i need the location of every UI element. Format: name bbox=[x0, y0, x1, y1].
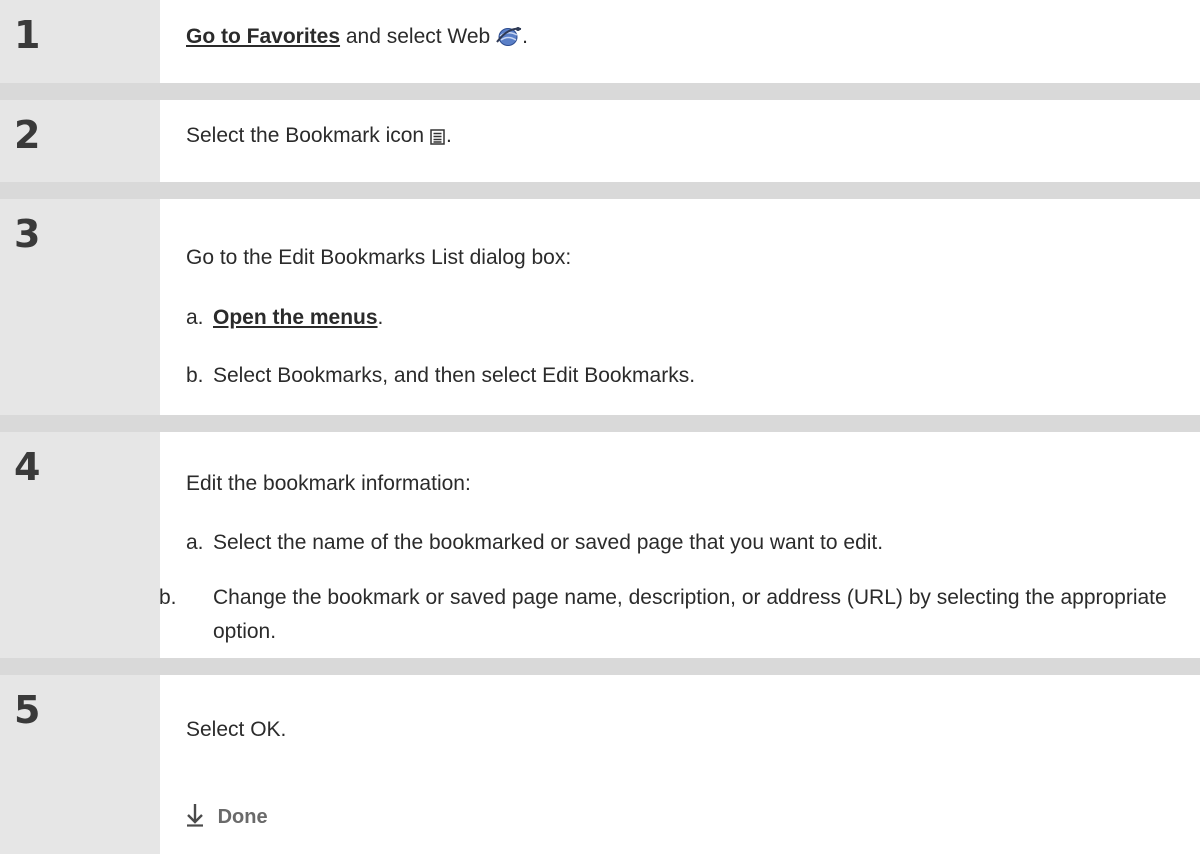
step-number: 4 bbox=[14, 445, 41, 489]
instruction-page: 1 Go to Favorites and select Web . 2 Sel… bbox=[0, 0, 1200, 854]
done-marker: Done bbox=[186, 803, 268, 833]
step-number: 3 bbox=[14, 212, 41, 256]
substep-text: Select Bookmarks, and then select Edit B… bbox=[213, 364, 696, 387]
substep-prefix: b. bbox=[159, 586, 177, 609]
bookmark-list-icon bbox=[430, 128, 446, 152]
step-1-text: Go to Favorites and select Web . bbox=[186, 25, 528, 53]
step-separator bbox=[0, 415, 1200, 432]
step-1: 1 Go to Favorites and select Web . bbox=[0, 0, 1200, 83]
go-to-favorites-link[interactable]: Go to Favorites bbox=[186, 25, 340, 48]
step-number-column: 3 bbox=[0, 199, 160, 415]
open-the-menus-link[interactable]: Open the menus bbox=[213, 306, 378, 329]
step-separator bbox=[0, 658, 1200, 675]
step-content: Go to the Edit Bookmarks List dialog box… bbox=[161, 199, 1200, 415]
step-separator bbox=[0, 182, 1200, 199]
step-2-text: Select the Bookmark icon . bbox=[186, 124, 452, 152]
step-number: 2 bbox=[14, 113, 41, 157]
substep-text: Change the bookmark or saved page name, … bbox=[213, 586, 1167, 643]
step-1-text-after-link: and select Web bbox=[340, 25, 497, 48]
substep-text: Select the name of the bookmarked or sav… bbox=[213, 531, 884, 554]
step-5: 5 Select OK. Done bbox=[0, 675, 1200, 854]
done-arrow-icon bbox=[186, 803, 204, 833]
step-number-column: 2 bbox=[0, 100, 160, 182]
step-5-text: Select OK. bbox=[186, 718, 287, 741]
step-2-label: Select the Bookmark icon bbox=[186, 124, 430, 147]
done-label: Done bbox=[217, 806, 268, 828]
step-separator bbox=[0, 83, 1200, 100]
step-content: Edit the bookmark information: a. Select … bbox=[159, 432, 1200, 658]
step-content: Go to Favorites and select Web . bbox=[161, 0, 1200, 83]
substep-prefix: a. bbox=[186, 306, 204, 329]
step-content: Select OK. Done bbox=[161, 675, 1200, 854]
substep-prefix: a. bbox=[186, 531, 204, 554]
step-3-substep-a: a. Open the menus. bbox=[186, 306, 383, 330]
step-3-intro: Go to the Edit Bookmarks List dialog box… bbox=[186, 246, 572, 269]
step-1-suffix: . bbox=[522, 25, 528, 48]
web-globe-icon bbox=[496, 25, 522, 53]
step-4-intro: Edit the bookmark information: bbox=[186, 472, 471, 495]
step-number: 1 bbox=[14, 13, 41, 57]
step-content: Select the Bookmark icon . bbox=[161, 100, 1200, 182]
substep-suffix: . bbox=[377, 306, 384, 329]
substep-prefix: b. bbox=[186, 364, 204, 387]
step-3: 3 Go to the Edit Bookmarks List dialog b… bbox=[0, 199, 1200, 415]
step-number-column: 1 bbox=[0, 0, 160, 83]
step-3-substep-b: b. Select Bookmarks, and then select Edit… bbox=[186, 364, 695, 388]
step-2-suffix: . bbox=[445, 124, 452, 147]
step-number-column: 4 bbox=[0, 432, 160, 658]
step-number: 5 bbox=[14, 688, 41, 732]
step-number-column: 5 bbox=[0, 675, 160, 854]
step-4-substep-a: a. Select the name of the bookmarked or s… bbox=[186, 531, 883, 555]
step-4-substep-b: b. Change the bookmark or saved page name… bbox=[159, 581, 1173, 649]
step-2: 2 Select the Bookmark icon . bbox=[0, 100, 1200, 182]
step-4: 4 Edit the bookmark information: a. Selec… bbox=[0, 432, 1200, 658]
